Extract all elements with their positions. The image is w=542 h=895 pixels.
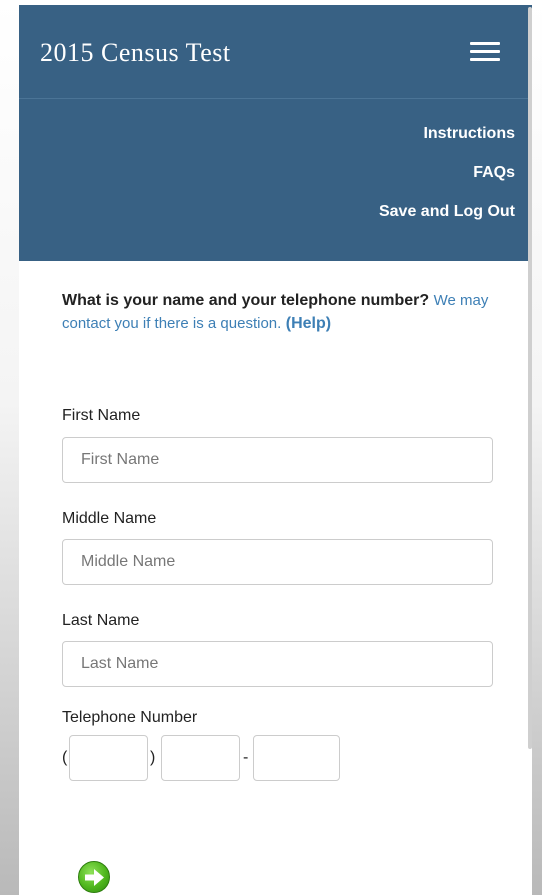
nav-link-instructions[interactable]: Instructions (379, 124, 515, 144)
nav-menu: Instructions FAQs Save and Log Out (379, 124, 515, 241)
telephone-fields: ( ) - (62, 735, 362, 781)
area-code-input[interactable] (69, 735, 148, 781)
census-page: 2015 Census Test Instructions FAQs Save … (19, 5, 532, 895)
last-name-label: Last Name (62, 612, 140, 629)
app-title: 2015 Census Test (40, 38, 231, 67)
question-prompt: What is your name and your telephone num… (62, 292, 430, 309)
nav-link-save-and-log-out[interactable]: Save and Log Out (379, 202, 515, 222)
question-block: What is your name and your telephone num… (62, 289, 502, 335)
first-name-label: First Name (62, 407, 141, 424)
arrow-right-icon (85, 869, 104, 886)
area-code-open-paren: ( (62, 749, 68, 766)
scrollbar-thumb[interactable] (528, 7, 532, 749)
header-navbar: 2015 Census Test Instructions FAQs Save … (19, 5, 532, 261)
phone-dash: - (243, 749, 249, 766)
question-text: What is your name and your telephone num… (62, 289, 502, 335)
next-button[interactable] (78, 861, 110, 893)
help-link[interactable]: (Help) (286, 315, 331, 332)
middle-name-input[interactable] (62, 539, 493, 585)
hamburger-menu-icon[interactable] (470, 40, 500, 62)
nav-divider (19, 98, 532, 99)
last-name-input[interactable] (62, 641, 493, 687)
phone-line-number-input[interactable] (253, 735, 340, 781)
nav-link-faqs[interactable]: FAQs (379, 163, 515, 183)
phone-prefix-input[interactable] (161, 735, 240, 781)
middle-name-label: Middle Name (62, 510, 157, 527)
first-name-input[interactable] (62, 437, 493, 483)
area-code-close-paren: ) (150, 749, 156, 766)
telephone-label: Telephone Number (62, 709, 198, 726)
